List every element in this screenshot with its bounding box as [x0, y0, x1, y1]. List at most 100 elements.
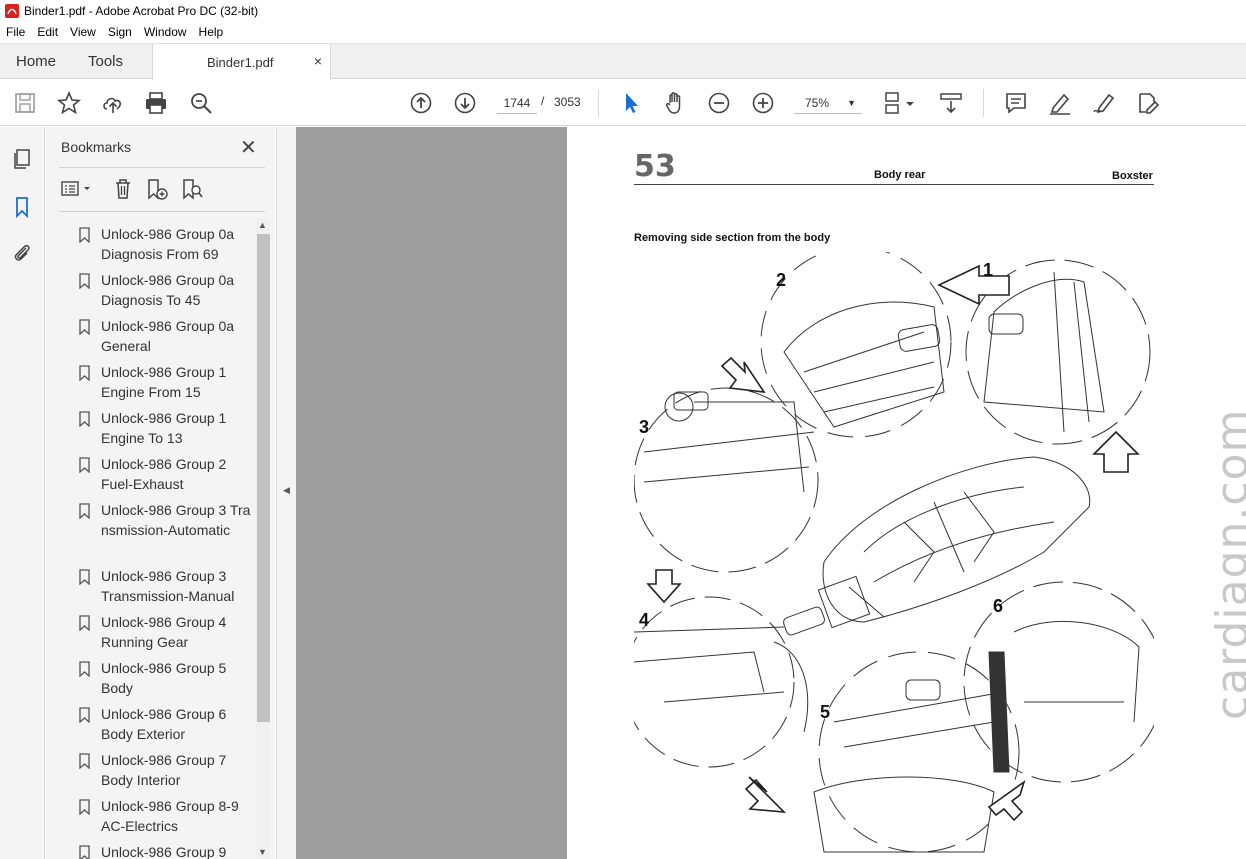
- navigation-rail: [0, 127, 45, 859]
- bookmark-label: Unlock-986 Group 7 Body Interior: [101, 752, 227, 788]
- bookmark-label: Unlock-986 Group 4 Running Gear: [101, 614, 227, 650]
- panel-divider: [59, 167, 265, 168]
- header-rule: [634, 184, 1154, 185]
- bookmark-label: Unlock-986 Group 6 Body Exterior: [101, 706, 227, 742]
- bookmark-item[interactable]: Unlock-986 Group 0a Diagnosis To 45: [59, 264, 256, 310]
- bookmark-item[interactable]: Unlock-986 Group 1 Engine To 13: [59, 402, 256, 448]
- body-diagram-illustration: 2 1 3 4 5 6: [634, 252, 1154, 853]
- tab-close-button[interactable]: ×: [314, 53, 322, 69]
- bookmark-label: Unlock-986 Group 9: [101, 844, 227, 859]
- page-thumbnails-icon[interactable]: [10, 147, 34, 171]
- bookmark-label: Unlock-986 Group 8-9 AC-Electrics: [101, 798, 239, 834]
- page-display-icon[interactable]: [882, 90, 918, 116]
- tab-tools[interactable]: Tools: [88, 53, 123, 70]
- tab-document-label: Binder1.pdf: [207, 55, 274, 70]
- comment-icon[interactable]: [1003, 90, 1029, 116]
- attachments-icon[interactable]: [10, 241, 34, 265]
- bookmark-label: Unlock-986 Group 1 Engine To 13: [101, 410, 227, 446]
- collapse-panel-arrow-icon[interactable]: ◀: [283, 485, 290, 496]
- select-cursor-icon[interactable]: [618, 90, 644, 116]
- scroll-down-arrow-icon[interactable]: ▼: [258, 847, 267, 857]
- page-separator: /: [541, 94, 545, 108]
- bookmark-icon: [79, 365, 90, 381]
- panel-title: Bookmarks: [61, 139, 132, 155]
- menu-bar: File Edit View Sign Window Help: [0, 22, 1246, 42]
- star-icon[interactable]: [56, 90, 82, 116]
- bookmarks-icon[interactable]: [10, 195, 34, 219]
- panel-splitter[interactable]: ◀: [276, 127, 296, 859]
- page-number-input[interactable]: 1744: [497, 92, 537, 114]
- bookmark-item[interactable]: Unlock-986 Group 0a General: [59, 310, 256, 356]
- page-group-number: 53: [634, 149, 676, 184]
- previous-page-icon[interactable]: [408, 90, 434, 116]
- zoom-search-icon[interactable]: [188, 90, 214, 116]
- bookmark-item[interactable]: Unlock-986 Group 2 Fuel-Exhaust: [59, 448, 256, 494]
- scroll-up-arrow-icon[interactable]: ▲: [258, 220, 267, 230]
- direction-arrow: [720, 356, 766, 393]
- bookmark-item[interactable]: Unlock-986 Group 8-9 AC-Electrics: [59, 790, 256, 836]
- bookmarks-scrollbar[interactable]: ▲ ▼: [256, 218, 270, 859]
- bookmarks-panel: Bookmarks ✕ Unlock-986 Group 0a Diagnosi…: [46, 127, 275, 859]
- print-icon[interactable]: [143, 90, 169, 116]
- bookmark-label: Unlock-986 Group 2 Fuel-Exhaust: [101, 456, 227, 492]
- zoom-out-icon[interactable]: [706, 90, 732, 116]
- bookmark-item[interactable]: Unlock-986 Group 6 Body Exterior: [59, 698, 256, 744]
- bookmark-label: Unlock-986 Group 3 Transmission-Manual: [101, 568, 235, 604]
- zoom-in-icon[interactable]: [750, 90, 776, 116]
- bookmark-item[interactable]: Unlock-986 Group 9: [59, 836, 256, 859]
- bookmark-item[interactable]: Unlock-986 Group 1 Engine From 15: [59, 356, 256, 402]
- menu-window[interactable]: Window: [138, 25, 193, 39]
- main-toolbar: 1744 / 3053 75% ▼: [0, 80, 1246, 126]
- total-pages: 3053: [554, 95, 581, 109]
- save-icon[interactable]: [12, 90, 38, 116]
- direction-arrow: [744, 776, 787, 813]
- bookmark-options-icon[interactable]: [60, 177, 96, 201]
- bookmark-icon: [79, 273, 90, 289]
- menu-view[interactable]: View: [64, 25, 102, 39]
- title-bar: Binder1.pdf - Adobe Acrobat Pro DC (32-b…: [0, 0, 1246, 22]
- fill-sign-icon[interactable]: [1091, 90, 1117, 116]
- callout-4: 4: [639, 610, 649, 630]
- bookmark-item[interactable]: Unlock-986 Group 4 Running Gear: [59, 606, 256, 652]
- bookmark-label: Unlock-986 Group 1 Engine From 15: [101, 364, 227, 400]
- tab-home[interactable]: Home: [16, 53, 56, 70]
- direction-arrow: [646, 569, 682, 604]
- bookmark-item[interactable]: Unlock-986 Group 7 Body Interior: [59, 744, 256, 790]
- menu-help[interactable]: Help: [193, 25, 230, 39]
- upload-cloud-icon[interactable]: [100, 90, 126, 116]
- tab-document[interactable]: Binder1.pdf ×: [152, 44, 331, 80]
- bookmark-icon: [79, 615, 90, 631]
- bookmark-icon: [79, 319, 90, 335]
- direction-arrow: [987, 779, 1026, 822]
- panel-close-button[interactable]: ✕: [240, 135, 257, 160]
- find-bookmark-icon[interactable]: [180, 177, 204, 201]
- next-page-icon[interactable]: [452, 90, 478, 116]
- bookmark-list: Unlock-986 Group 0a Diagnosis From 69 Un…: [59, 218, 256, 859]
- scrollbar-thumb[interactable]: [257, 234, 270, 722]
- zoom-level-value: 75%: [805, 96, 830, 110]
- menu-edit[interactable]: Edit: [31, 25, 64, 39]
- bookmark-item[interactable]: Unlock-986 Group 0a Diagnosis From 69: [59, 218, 256, 264]
- bookmark-label: Unlock-986 Group 0a General: [101, 318, 235, 354]
- direction-arrow: [1092, 430, 1140, 473]
- callout-6: 6: [993, 596, 1003, 616]
- menu-sign[interactable]: Sign: [102, 25, 138, 39]
- delete-bookmark-icon[interactable]: [111, 177, 135, 201]
- zoom-level-select[interactable]: 75% ▼: [794, 92, 862, 114]
- edit-pdf-icon[interactable]: [1135, 90, 1161, 116]
- new-bookmark-icon[interactable]: [145, 177, 169, 201]
- scroll-mode-icon[interactable]: [938, 90, 964, 116]
- bookmark-icon: [79, 411, 90, 427]
- bookmark-item[interactable]: Unlock-986 Group 3 Transmission-Automati…: [59, 494, 256, 560]
- page-section-title: Body rear: [874, 169, 926, 181]
- hand-tool-icon[interactable]: [662, 90, 688, 116]
- page-model-name: Boxster: [1112, 170, 1153, 182]
- highlight-pen-icon[interactable]: [1047, 90, 1073, 116]
- tab-bar: Home Tools Binder1.pdf ×: [0, 43, 1246, 80]
- bookmark-item[interactable]: Unlock-986 Group 5 Body: [59, 652, 256, 698]
- bookmark-icon: [79, 227, 90, 243]
- detail-circle-4: [634, 596, 795, 768]
- menu-file[interactable]: File: [0, 25, 31, 39]
- bookmark-item[interactable]: Unlock-986 Group 3 Transmission-Manual: [59, 560, 256, 606]
- bookmark-label: Unlock-986 Group 3 Transmission-Automati…: [101, 502, 251, 538]
